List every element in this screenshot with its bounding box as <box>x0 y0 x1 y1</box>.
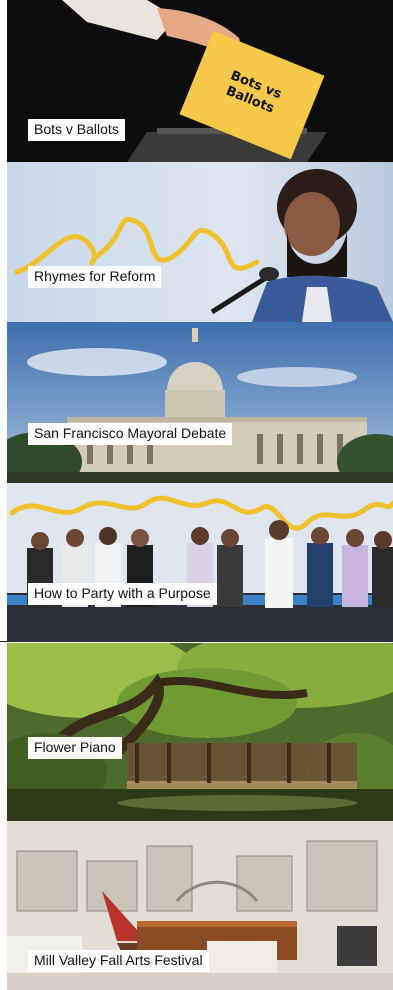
event-image-sf-mayoral-debate <box>7 322 393 483</box>
event-card-rhymes-for-reform[interactable]: Rhymes for Reform <box>7 162 393 322</box>
event-image-rhymes-for-reform <box>7 162 393 322</box>
event-card-mill-valley-arts[interactable]: Mill Valley Fall Arts Festival <box>7 821 393 990</box>
event-title-flower-piano[interactable]: Flower Piano <box>28 737 122 759</box>
event-image-flower-piano <box>7 643 393 821</box>
event-card-sf-mayoral-debate[interactable]: San Francisco Mayoral Debate <box>7 322 393 483</box>
event-title-rhymes-for-reform[interactable]: Rhymes for Reform <box>28 266 162 288</box>
event-title-mill-valley-arts[interactable]: Mill Valley Fall Arts Festival <box>28 950 209 972</box>
event-card-party-with-purpose[interactable]: How to Party with a Purpose <box>7 483 393 641</box>
event-image-party-with-purpose <box>7 483 393 641</box>
event-title-bots-v-ballots[interactable]: Bots v Ballots <box>28 119 125 141</box>
event-title-sf-mayoral-debate[interactable]: San Francisco Mayoral Debate <box>28 423 233 445</box>
event-card-list: Bots vs Ballots Bots v Ballots Rhymes fo… <box>7 0 393 990</box>
event-card-bots-v-ballots[interactable]: Bots vs Ballots Bots v Ballots <box>7 0 393 162</box>
event-card-flower-piano[interactable]: Flower Piano <box>7 643 393 821</box>
event-title-party-with-purpose[interactable]: How to Party with a Purpose <box>28 583 217 605</box>
section-divider <box>0 641 393 642</box>
